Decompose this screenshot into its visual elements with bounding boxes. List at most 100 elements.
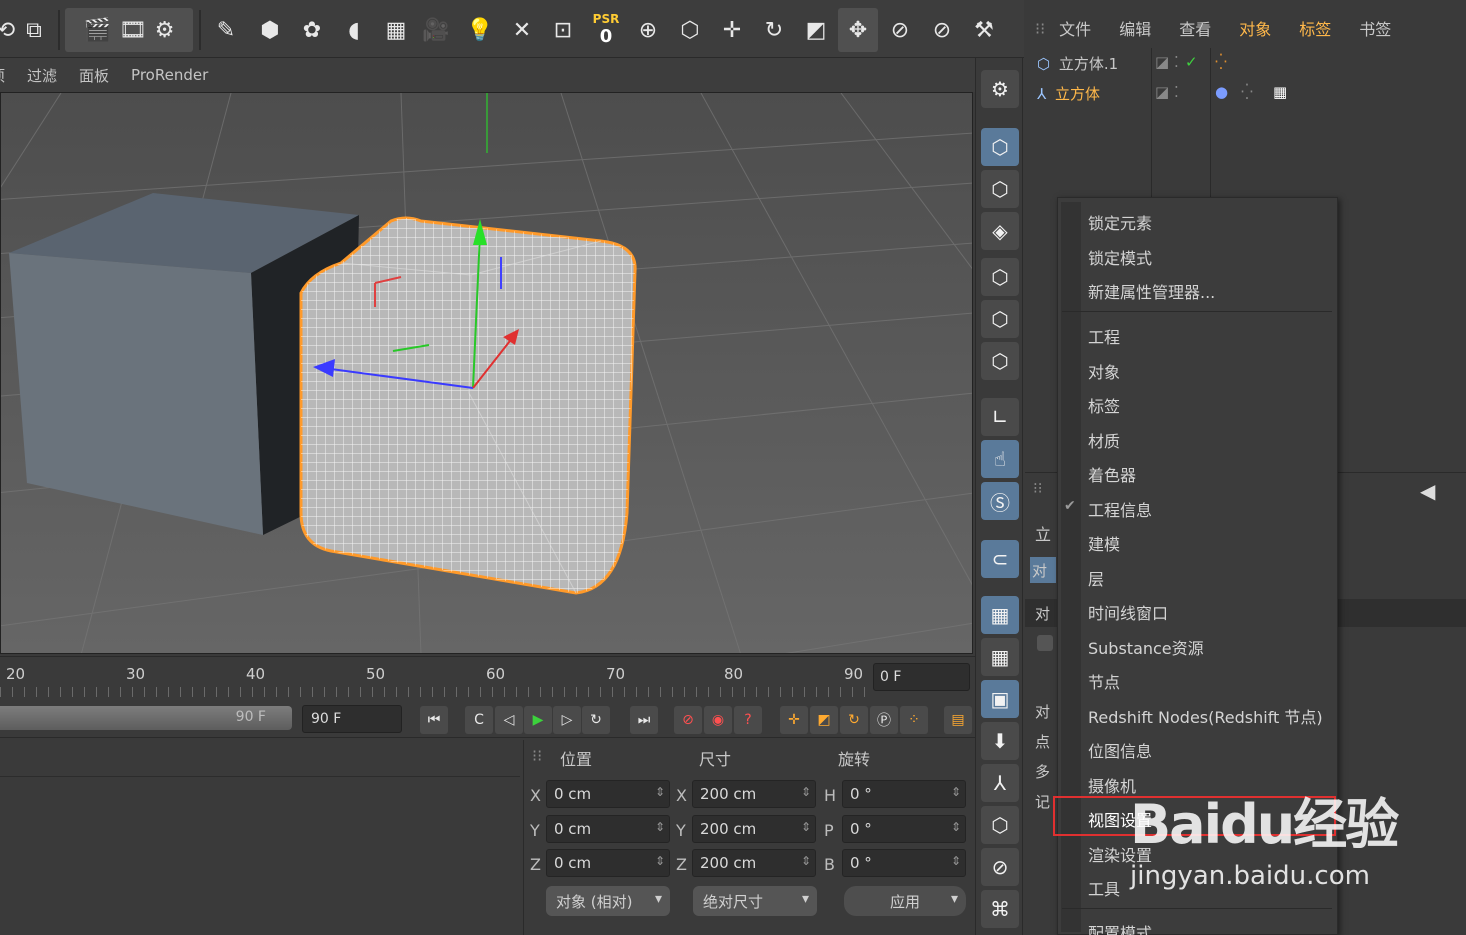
render-view-icon[interactable]: 🎬 (83, 18, 110, 43)
object-row[interactable]: ⬡ 立方体.1 ◪ ⁚ ✓ ⁛ (1037, 53, 1466, 81)
deformer-icon[interactable]: ◖ (334, 8, 374, 52)
points-mode-icon[interactable]: ⬡ (981, 258, 1019, 296)
light-icon[interactable]: 💡 (460, 8, 500, 52)
axis-center-icon[interactable]: ⅄ (981, 764, 1019, 802)
enabled-check-icon[interactable]: ✓ (1185, 53, 1198, 71)
auto-key-icon[interactable]: ◉ (704, 706, 732, 734)
menu-item-tag[interactable]: 标签 (1088, 393, 1120, 417)
timeline-menu-icon[interactable]: ▤ (944, 706, 972, 734)
spline-icon[interactable]: ⊡ (543, 8, 583, 52)
subdivision-icon[interactable]: ⬢ (250, 8, 290, 52)
pos-z-field[interactable]: 0 cm (546, 849, 670, 877)
menu-item-modeling[interactable]: 建模 (1088, 531, 1120, 555)
am-tab[interactable]: 立 (1035, 521, 1051, 545)
move-tool-icon[interactable]: ✥ (838, 8, 878, 52)
apply-button[interactable]: 应用 (844, 886, 966, 916)
floor-icon[interactable]: ▦ (376, 8, 416, 52)
menu-item-bitmap-info[interactable]: 位图信息 (1088, 738, 1152, 762)
am-object-tab[interactable]: 对象 (1030, 557, 1056, 583)
om-menu-objects[interactable]: 对象 (1239, 16, 1271, 40)
viewport-solo-icon[interactable]: ▣ (981, 680, 1019, 718)
menu-item-camera[interactable]: 摄像机 (1088, 773, 1136, 797)
cloner-icon[interactable]: ✿ (292, 8, 332, 52)
timeline-ruler[interactable]: 20 30 40 50 60 70 80 90 (0, 656, 975, 700)
solo-icon[interactable]: Ⓢ (981, 482, 1019, 520)
rot-h-field[interactable]: 0 ° (842, 780, 966, 808)
menu-item-material[interactable]: 材质 (1088, 428, 1120, 452)
cube-selected[interactable] (299, 216, 637, 595)
workplane-lock-icon[interactable]: ▦ (981, 596, 1019, 634)
key-scale-icon[interactable]: ◩ (810, 706, 838, 734)
render-settings-icon[interactable]: ⚙ (155, 18, 175, 43)
workplane-align-icon[interactable]: ▦ (981, 638, 1019, 676)
menu-item-substance-assets[interactable]: Substance资源 (1088, 635, 1204, 659)
prev-key-icon[interactable]: C (465, 706, 493, 734)
model-mode-icon[interactable]: ⬡ (981, 128, 1019, 166)
python-icon[interactable]: ⌘ (981, 890, 1019, 928)
disabled-icon[interactable]: ⊘ (981, 848, 1019, 886)
tag-icon[interactable]: ⁛ (1215, 53, 1227, 71)
key-param-icon[interactable]: Ⓟ (870, 706, 898, 734)
visibility-icon[interactable]: ◪ ⁚ (1155, 53, 1179, 71)
drop-to-floor-icon[interactable]: ⬇ (981, 722, 1019, 760)
size-y-field[interactable]: 200 cm (692, 815, 816, 843)
end-frame-field[interactable]: 90 F (302, 705, 402, 733)
menu-item-config-mode[interactable]: 配置模式 (1088, 920, 1152, 935)
keyframe-selection-icon[interactable]: ? (734, 706, 762, 734)
viewport-menu-item[interactable]: ProRender (131, 66, 208, 84)
play-icon[interactable]: ▶ (524, 706, 552, 734)
drag-handle-icon[interactable]: ⁝⁝ (1033, 479, 1043, 497)
render-picture-viewer-icon[interactable]: 🎞 (119, 18, 147, 43)
snap-icon[interactable]: ⊂ (981, 540, 1019, 578)
menu-item-layer[interactable]: 层 (1088, 566, 1104, 590)
om-menu-file[interactable]: 文件 (1059, 16, 1091, 40)
texture-mode-icon[interactable]: ⬡ (981, 170, 1019, 208)
coordinate-mode-dropdown[interactable]: 对象 (相对) (546, 886, 670, 916)
live-select-icon[interactable]: ⧉ (14, 8, 54, 52)
workplane-icon[interactable]: ◈ (981, 212, 1019, 250)
scale-icon[interactable]: ◩ (796, 8, 836, 52)
menu-item-timeline-window[interactable]: 时间线窗口 (1088, 600, 1168, 624)
tag-icon[interactable]: ⁛ (1241, 83, 1253, 101)
current-frame-field[interactable]: 0 F (873, 663, 970, 691)
pos-y-field[interactable]: 0 cm (546, 815, 670, 843)
rot-b-field[interactable]: 0 ° (842, 849, 966, 877)
go-to-start-icon[interactable]: ⏮ (420, 706, 448, 734)
om-menu-view[interactable]: 查看 (1179, 16, 1211, 40)
next-frame-icon[interactable]: ▷ (553, 706, 581, 734)
drag-handle-icon[interactable]: ⁝⁝ (1035, 19, 1045, 38)
viewport-menu-item[interactable]: 过滤 (27, 65, 57, 86)
menu-item-shader[interactable]: 着色器 (1088, 462, 1136, 486)
go-to-end-icon[interactable]: ⏭ (630, 706, 658, 734)
sculpt-icon[interactable]: ⚒ (964, 8, 1004, 52)
polygons-mode-icon[interactable]: ⬡ (981, 342, 1019, 380)
menu-item-project-info[interactable]: 工程信息 (1088, 497, 1152, 521)
make-editable-icon[interactable]: ⚙ (981, 70, 1019, 108)
axis-mode-icon[interactable]: ∟ (981, 398, 1019, 436)
back-arrow-icon[interactable]: ◀ (1420, 479, 1435, 503)
rotate-icon[interactable]: ↻ (754, 8, 794, 52)
pen-icon[interactable]: ✎ (206, 8, 246, 52)
om-menu-bookmarks[interactable]: 书签 (1359, 16, 1391, 40)
object-row[interactable]: ⅄ 立方体 ◪ ⁚ ● ⁛ ▦ (1037, 83, 1466, 111)
menu-item-new-attr-manager[interactable]: 新建属性管理器... (1088, 279, 1215, 303)
am-checkbox[interactable] (1037, 635, 1053, 651)
scale-axis-icon[interactable]: ✕ (502, 8, 542, 52)
menu-item-lock-element[interactable]: 锁定元素 (1088, 210, 1152, 234)
om-menu-tags[interactable]: 标签 (1299, 16, 1331, 40)
checker-texture-icon[interactable]: ▦ (1273, 83, 1287, 101)
rot-p-field[interactable]: 0 ° (842, 815, 966, 843)
edges-mode-icon[interactable]: ⬡ (981, 300, 1019, 338)
size-mode-dropdown[interactable]: 绝对尺寸 (693, 886, 817, 916)
viewport-menu-item[interactable]: 面板 (79, 65, 109, 86)
pos-x-field[interactable]: 0 cm (546, 780, 670, 808)
menu-item-project[interactable]: 工程 (1088, 324, 1120, 348)
key-position-icon[interactable]: ✛ (780, 706, 808, 734)
viewport-menu-item[interactable]: 项 (0, 65, 5, 86)
3d-viewport[interactable] (0, 92, 973, 654)
om-menu-edit[interactable]: 编辑 (1119, 16, 1151, 40)
select-arrow-2-icon[interactable]: ⊘ (922, 8, 962, 52)
key-rotation-icon[interactable]: ↻ (840, 706, 868, 734)
cube-icon[interactable]: ⬡ (670, 8, 710, 52)
drag-handle-icon[interactable]: ⁝⁝ (532, 746, 542, 765)
